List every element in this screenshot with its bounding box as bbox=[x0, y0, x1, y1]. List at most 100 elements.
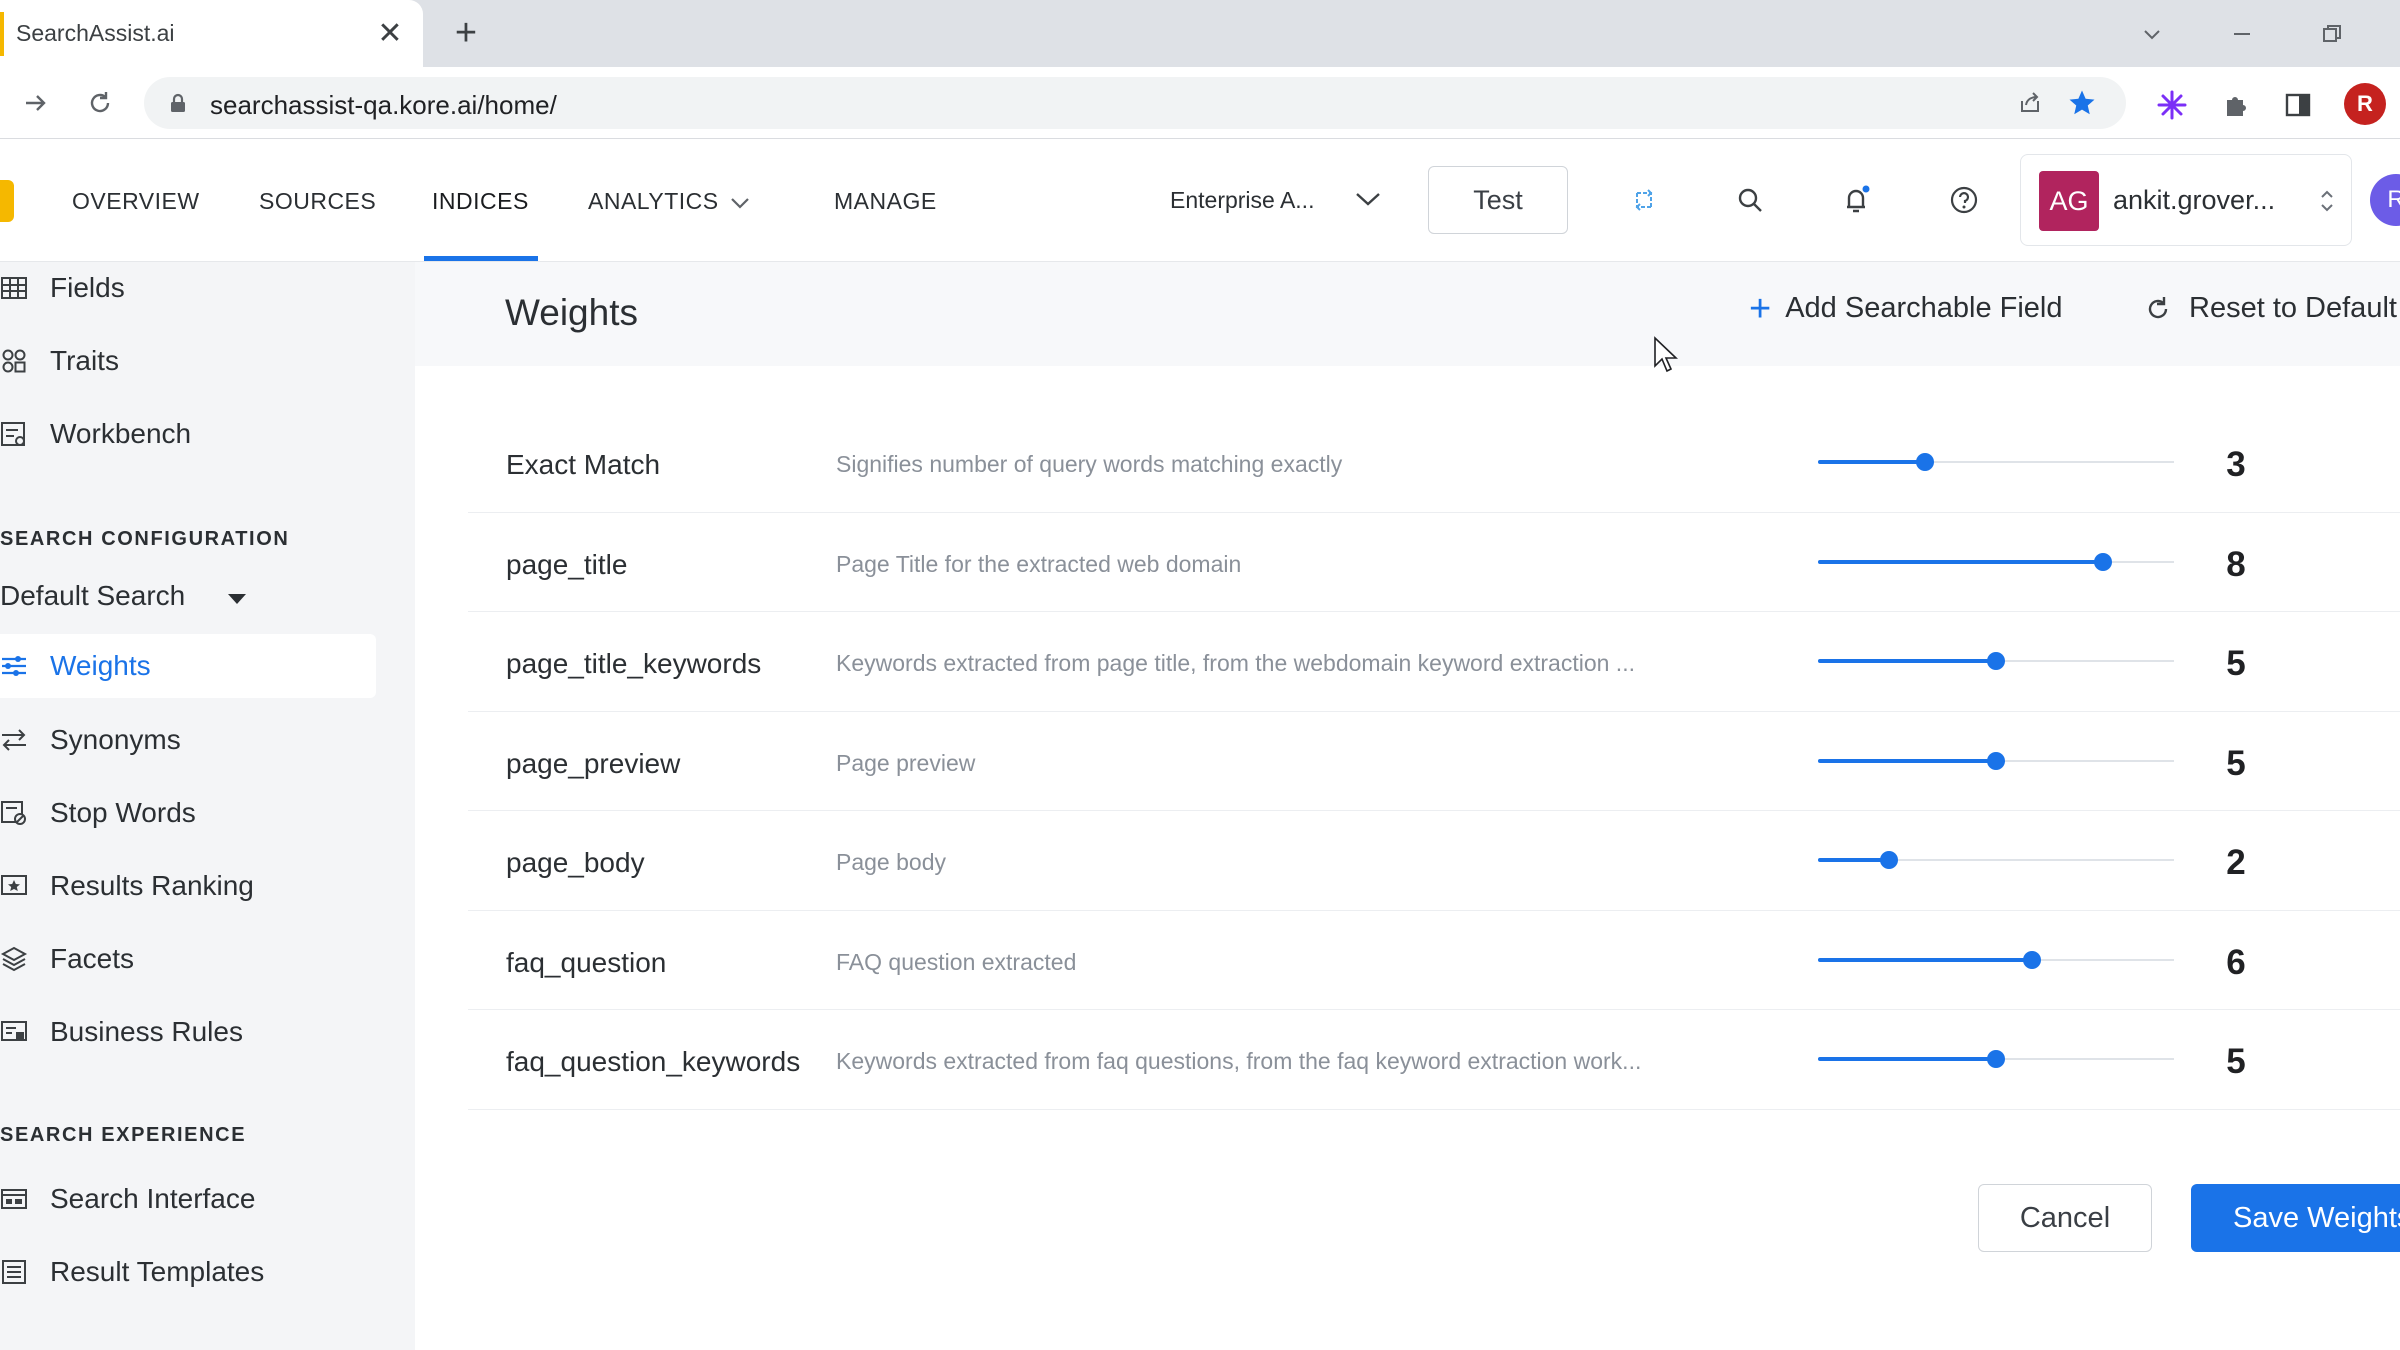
sidebar-item-label: Weights bbox=[50, 650, 151, 681]
slider-thumb[interactable] bbox=[1987, 751, 2005, 770]
weight-slider[interactable] bbox=[1818, 751, 2174, 770]
sidebar-item-fields[interactable]: Fields bbox=[0, 256, 376, 320]
user-avatar: AG bbox=[2039, 171, 2099, 231]
slider-fill bbox=[1818, 559, 2103, 564]
slider-fill bbox=[1818, 758, 1996, 763]
forward-icon[interactable] bbox=[14, 81, 58, 125]
sidebar-item-workbench[interactable]: Workbench bbox=[0, 402, 376, 466]
address-bar[interactable]: searchassist-qa.kore.ai/home/ bbox=[144, 77, 2126, 129]
test-button[interactable]: Test bbox=[1428, 166, 1568, 234]
content-header: Weights + Add Searchable Field Reset to … bbox=[415, 262, 2400, 366]
app-header: OVERVIEW SOURCES INDICES ANALYTICS MANAG… bbox=[0, 140, 2400, 262]
weight-slider[interactable] bbox=[1818, 652, 2174, 670]
slider-thumb[interactable] bbox=[1987, 1050, 2005, 1068]
search-config-selector[interactable]: Default Search bbox=[0, 580, 185, 612]
rules-icon bbox=[0, 1018, 28, 1046]
add-searchable-field-button[interactable]: + Add Searchable Field bbox=[1749, 290, 2063, 328]
browser-tab[interactable]: SearchAssist.ai ✕ bbox=[0, 0, 423, 67]
tab-title: SearchAssist.ai bbox=[16, 20, 175, 46]
nav-analytics[interactable]: ANALYTICS bbox=[588, 188, 751, 216]
user-name: ankit.grover... bbox=[2113, 185, 2276, 215]
weight-field-description: Keywords extracted from page title, from… bbox=[836, 650, 1635, 676]
sidebar-item-search-interface[interactable]: Search Interface bbox=[0, 1167, 376, 1231]
weight-slider[interactable] bbox=[1818, 453, 2174, 471]
minimize-icon[interactable] bbox=[2220, 12, 2264, 56]
sidebar-item-traits[interactable]: Traits bbox=[0, 329, 376, 393]
weight-value: 5 bbox=[2226, 644, 2246, 683]
new-tab-button[interactable]: + bbox=[446, 14, 486, 54]
slider-thumb[interactable] bbox=[1987, 652, 2005, 670]
extensions-puzzle-icon[interactable] bbox=[2216, 85, 2256, 125]
chevron-down-icon bbox=[729, 189, 751, 216]
reset-to-default-button[interactable]: Reset to Default bbox=[2143, 292, 2397, 325]
nav-overview[interactable]: OVERVIEW bbox=[72, 188, 200, 215]
nav-sources[interactable]: SOURCES bbox=[259, 188, 376, 215]
weight-field-name: Exact Match bbox=[506, 449, 661, 480]
slider-thumb[interactable] bbox=[2023, 950, 2041, 969]
slider-fill bbox=[1818, 460, 1925, 464]
sidebar-item-result-templates[interactable]: Result Templates bbox=[0, 1240, 376, 1304]
search-icon[interactable] bbox=[1730, 180, 1770, 220]
app-logo[interactable] bbox=[0, 180, 14, 222]
sidebar-item-weights[interactable]: Weights bbox=[0, 634, 376, 698]
help-icon[interactable] bbox=[1944, 180, 1984, 220]
slider-thumb[interactable] bbox=[1916, 453, 1934, 471]
nav-manage[interactable]: MANAGE bbox=[834, 188, 937, 215]
share-icon[interactable] bbox=[2014, 87, 2046, 119]
slider-thumb[interactable] bbox=[1880, 851, 1898, 869]
bookmark-star-icon[interactable] bbox=[2066, 87, 2098, 119]
weight-slider[interactable] bbox=[1818, 1050, 2174, 1068]
sidebar-item-label: Result Templates bbox=[50, 1256, 265, 1287]
nav-active-indicator bbox=[424, 256, 538, 261]
tab-close-icon[interactable]: ✕ bbox=[372, 16, 408, 52]
chevron-down-icon[interactable] bbox=[1354, 190, 1382, 213]
slider-fill bbox=[1818, 1057, 1996, 1061]
weight-field-description: Page body bbox=[836, 849, 946, 875]
sidebar-item-label: Stop Words bbox=[50, 797, 196, 828]
weight-value: 8 bbox=[2226, 544, 2246, 584]
browser-profile-avatar[interactable]: R bbox=[2344, 83, 2386, 125]
workspace-selector[interactable]: Enterprise A... bbox=[1170, 187, 1314, 214]
sidebar-item-synonyms[interactable]: Synonyms bbox=[0, 708, 376, 772]
weight-field-description: Signifies number of query words matching… bbox=[836, 451, 1343, 477]
weight-slider[interactable] bbox=[1818, 851, 2174, 869]
notification-bell-icon[interactable] bbox=[1836, 180, 1876, 220]
weight-field-description: Page preview bbox=[836, 749, 976, 776]
section-search-configuration: SEARCH CONFIGURATION bbox=[0, 528, 290, 550]
save-weights-button[interactable]: Save Weights bbox=[2191, 1184, 2400, 1252]
restore-icon[interactable] bbox=[2310, 12, 2354, 56]
weight-slider[interactable] bbox=[1818, 552, 2174, 571]
sidebar-item-facets[interactable]: Facets bbox=[0, 927, 376, 991]
weight-field-description: Keywords extracted from faq questions, f… bbox=[836, 1048, 1642, 1074]
grid-icon bbox=[0, 274, 28, 302]
caret-down-icon[interactable] bbox=[228, 594, 246, 604]
weight-value: 6 bbox=[2226, 942, 2246, 982]
tab-search-icon[interactable] bbox=[2130, 12, 2174, 56]
sidebar-item-label: Fields bbox=[50, 272, 125, 303]
weight-value: 5 bbox=[2226, 1042, 2246, 1081]
sidebar-item-label: Search Interface bbox=[50, 1183, 256, 1214]
nav-indices[interactable]: INDICES bbox=[432, 188, 529, 215]
cancel-button[interactable]: Cancel bbox=[1978, 1184, 2152, 1252]
sidebar-item-label: Business Rules bbox=[50, 1016, 243, 1047]
sidebar-item-results-ranking[interactable]: Results Ranking bbox=[0, 854, 376, 918]
weight-field-description: FAQ question extracted bbox=[836, 948, 1077, 975]
reload-icon[interactable] bbox=[78, 81, 122, 125]
lock-icon bbox=[166, 91, 190, 115]
traits-icon bbox=[0, 347, 28, 375]
sidebar-item-business-rules[interactable]: Business Rules bbox=[0, 1000, 376, 1064]
slider-fill bbox=[1818, 659, 1996, 663]
browser-toolbar: searchassist-qa.kore.ai/home/ R bbox=[0, 67, 2400, 139]
sidebar-item-stop-words[interactable]: Stop Words bbox=[0, 781, 376, 845]
sidebar-item-label: Synonyms bbox=[50, 724, 181, 755]
weight-slider[interactable] bbox=[1818, 950, 2174, 969]
sidebar-item-label: Workbench bbox=[50, 418, 192, 449]
side-panel-icon[interactable] bbox=[2278, 85, 2318, 125]
section-search-experience: SEARCH EXPERIENCE bbox=[0, 1124, 247, 1146]
weights-list: Exact Match Signifies number of query wor… bbox=[468, 413, 2400, 1110]
sync-icon[interactable] bbox=[1624, 180, 1664, 220]
slider-thumb[interactable] bbox=[2094, 552, 2112, 571]
user-menu[interactable]: AG ankit.grover... bbox=[2020, 154, 2352, 246]
extension-snowflake-icon[interactable] bbox=[2152, 85, 2192, 125]
weight-row: faq_question_keywords Keywords extracted … bbox=[468, 1010, 2400, 1110]
